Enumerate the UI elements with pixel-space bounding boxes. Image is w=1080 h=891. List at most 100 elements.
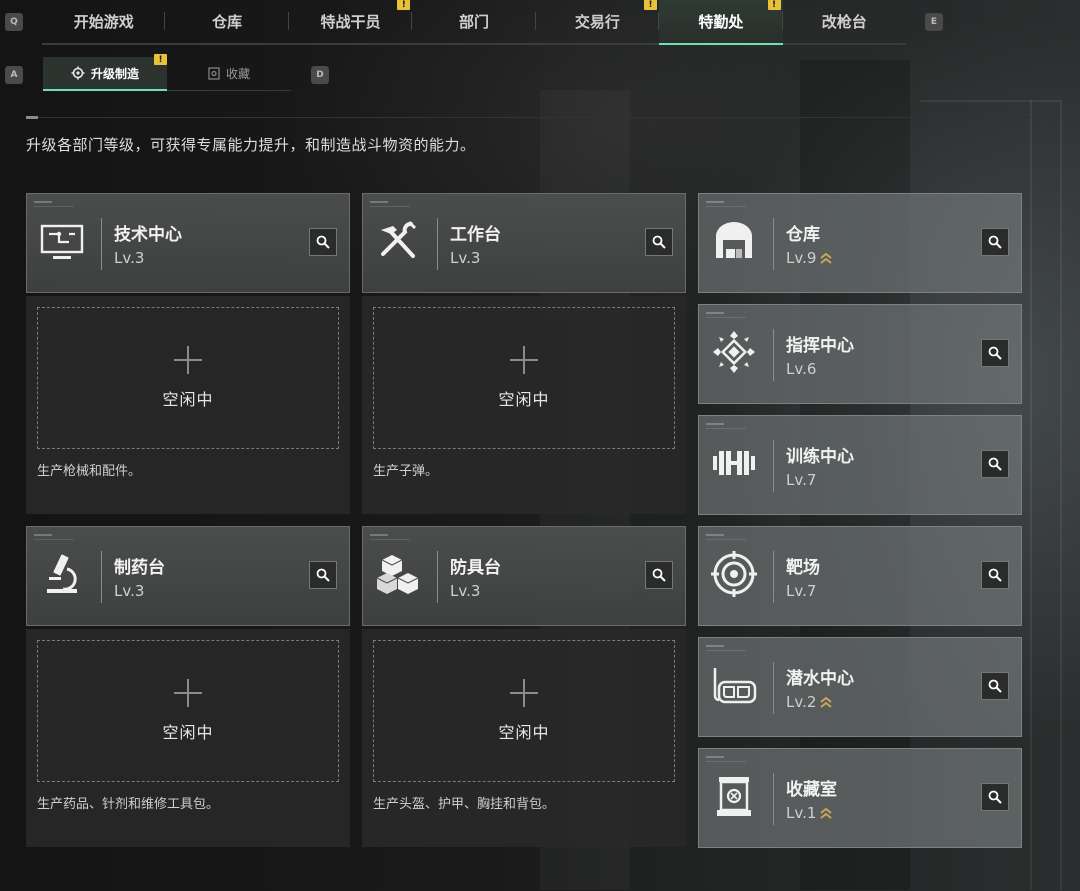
card-corner-mark [370,534,388,536]
card-corner-mark [706,756,724,758]
background-rail [1030,100,1032,890]
background-rail [1060,100,1062,890]
page-description: 升级各部门等级，可获得专属能力提升，和制造战斗物资的能力。 [26,136,476,154]
tab-1[interactable]: 仓库 [165,0,290,43]
level-text: Lv.3 [450,249,481,267]
tab-5[interactable]: 特勤处! [659,0,783,45]
plus-icon [510,346,538,374]
slot-status: 空闲中 [162,723,214,742]
department-name: 训练中心 [786,447,854,467]
facility-card-armor-bench[interactable]: 防具台 Lv.3 [362,526,686,626]
tab-4[interactable]: 交易行! [536,0,660,43]
emblem-icon [713,331,755,373]
inspect-button[interactable] [981,561,1009,589]
computer-icon [40,224,84,259]
tab-label: 改枪台 [821,13,867,31]
card-corner-mark [706,650,746,651]
card-divider [773,551,774,603]
plus-icon [174,679,202,707]
department-card[interactable]: 指挥中心 Lv.6 [698,304,1022,404]
level-text: Lv.9 [786,249,817,267]
department-name: 潜水中心 [786,669,854,689]
alert-badge: ! [644,0,658,10]
search-icon [316,568,330,582]
search-icon [652,568,666,582]
department-card[interactable]: 仓库 Lv.9 [698,193,1022,293]
sub-tab-bar: 升级制造 ! 收藏 [43,54,291,91]
card-corner-mark [370,539,410,540]
search-icon [988,790,1002,804]
production-panel-workbench: 空闲中 生产子弹。 [362,296,686,514]
tab-2[interactable]: 特战干员! [289,0,413,43]
production-panel-armor-bench: 空闲中 生产头盔、护甲、胸挂和背包。 [362,629,686,847]
inspect-button[interactable] [981,450,1009,478]
card-corner-mark [706,645,724,647]
alert-badge: ! [154,54,167,65]
tools-icon [381,220,417,258]
department-name: 指挥中心 [786,336,854,356]
plus-icon [174,346,202,374]
inspect-button[interactable] [309,561,337,589]
production-description: 生产头盔、护甲、胸挂和背包。 [373,797,556,812]
slot-status: 空闲中 [498,723,550,742]
inspect-button[interactable] [981,672,1009,700]
upgrade-available-icon [820,252,833,264]
card-corner-mark [706,312,724,314]
inspect-button[interactable] [645,228,673,256]
level-text: Lv.7 [786,471,817,489]
inspect-button[interactable] [309,228,337,256]
production-slot[interactable]: 空闲中 [373,640,675,782]
tab-3[interactable]: 部门 [412,0,537,43]
inspect-button[interactable] [645,561,673,589]
hotkey-e: E [925,13,943,31]
search-icon [652,235,666,249]
facility-card-pharmacy[interactable]: 制药台 Lv.3 [26,526,350,626]
card-divider [101,551,102,603]
tab-0[interactable]: 开始游戏 [42,0,166,43]
subtab-collection[interactable]: 收藏 [167,57,291,91]
card-corner-mark [706,761,746,762]
inspect-button[interactable] [981,783,1009,811]
diving-mask-icon [713,668,757,704]
dumbbell-icon [713,451,755,475]
gear-upgrade-icon [71,66,85,80]
subtab-label: 升级制造 [90,66,139,81]
facility-name: 技术中心 [114,225,182,245]
card-corner-mark [34,201,52,203]
tab-label: 交易行 [574,13,620,31]
card-corner-mark [706,534,724,536]
inspect-button[interactable] [981,339,1009,367]
level-text: Lv.3 [114,582,145,600]
subtab-label: 收藏 [225,67,250,81]
card-divider [773,773,774,825]
department-card[interactable]: 靶场 Lv.7 [698,526,1022,626]
level-text: Lv.6 [786,360,817,378]
department-card[interactable]: 训练中心 Lv.7 [698,415,1022,515]
production-slot[interactable]: 空闲中 [37,307,339,449]
department-level: Lv.2 [786,693,833,711]
slot-status: 空闲中 [498,390,550,409]
facility-card-workbench[interactable]: 工作台 Lv.3 [362,193,686,293]
department-card[interactable]: 潜水中心 Lv.2 [698,637,1022,737]
production-slot[interactable]: 空闲中 [37,640,339,782]
subtab-upgrade-craft[interactable]: 升级制造 ! [43,54,167,91]
card-corner-mark [370,201,388,203]
department-level: Lv.7 [786,471,816,489]
level-text: Lv.3 [114,249,145,267]
production-panel-tech-center: 空闲中 生产枪械和配件。 [26,296,350,514]
facility-card-tech-center[interactable]: 技术中心 Lv.3 [26,193,350,293]
level-text: Lv.2 [786,693,817,711]
card-corner-mark [34,206,74,207]
inspect-button[interactable] [981,228,1009,256]
tab-label: 特勤处 [698,13,744,31]
search-icon [988,679,1002,693]
department-name: 靶场 [786,558,820,578]
department-card[interactable]: 收藏室 Lv.1 [698,748,1022,848]
search-icon [988,457,1002,471]
production-slot[interactable]: 空闲中 [373,307,675,449]
department-level: Lv.1 [786,804,833,822]
tab-6[interactable]: 改枪台 [783,0,906,43]
card-corner-mark [706,206,746,207]
search-icon [316,235,330,249]
facility-name: 制药台 [114,558,165,578]
